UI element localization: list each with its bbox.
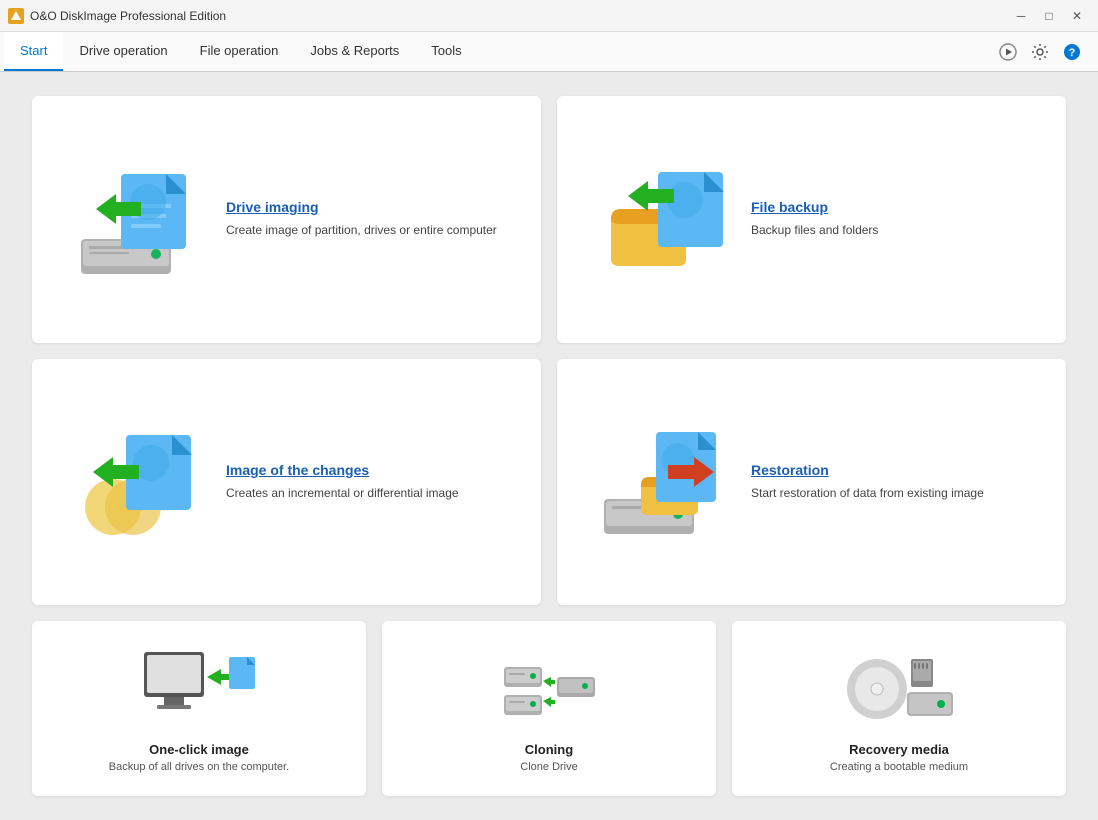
maximize-button[interactable]: □: [1036, 6, 1062, 26]
card-drive-imaging[interactable]: Drive imaging Create image of partition,…: [32, 96, 541, 343]
cloning-desc: Clone Drive: [520, 761, 577, 773]
cloning-icon: [489, 644, 609, 734]
file-backup-icon: [581, 154, 751, 284]
image-changes-text: Image of the changes Creates an incremen…: [226, 462, 517, 502]
card-one-click[interactable]: One-click image Backup of all drives on …: [32, 621, 366, 796]
restoration-title: Restoration: [751, 462, 1042, 478]
minimize-button[interactable]: ─: [1008, 6, 1034, 26]
window-controls: ─ □ ✕: [1008, 6, 1090, 26]
recovery-media-title: Recovery media: [849, 742, 949, 757]
toolbar: ?: [994, 32, 1094, 71]
app-title: O&O DiskImage Professional Edition: [30, 9, 1008, 23]
one-click-icon: [139, 644, 259, 734]
card-cloning[interactable]: Cloning Clone Drive: [382, 621, 716, 796]
app-icon: [8, 8, 24, 24]
file-backup-text: File backup Backup files and folders: [751, 199, 1042, 239]
tab-file-operation[interactable]: File operation: [184, 32, 295, 71]
one-click-desc: Backup of all drives on the computer.: [109, 761, 289, 773]
row-1: Drive imaging Create image of partition,…: [32, 96, 1066, 343]
svg-text:?: ?: [1069, 47, 1076, 59]
recovery-media-icon: [839, 644, 959, 734]
row-2: Image of the changes Creates an incremen…: [32, 359, 1066, 606]
restoration-desc: Start restoration of data from existing …: [751, 484, 1042, 502]
image-changes-title: Image of the changes: [226, 462, 517, 478]
tab-tools[interactable]: Tools: [415, 32, 477, 71]
file-backup-desc: Backup files and folders: [751, 221, 1042, 239]
card-restoration[interactable]: Restoration Start restoration of data fr…: [557, 359, 1066, 606]
close-button[interactable]: ✕: [1064, 6, 1090, 26]
drive-imaging-desc: Create image of partition, drives or ent…: [226, 221, 517, 239]
title-bar: O&O DiskImage Professional Edition ─ □ ✕: [0, 0, 1098, 32]
content-area: Drive imaging Create image of partition,…: [0, 72, 1098, 820]
image-changes-desc: Creates an incremental or differential i…: [226, 484, 517, 502]
one-click-title: One-click image: [149, 742, 249, 757]
restoration-icon: [581, 417, 751, 547]
cloning-title: Cloning: [525, 742, 573, 757]
help-button[interactable]: ?: [1058, 38, 1086, 66]
tab-drive-operation[interactable]: Drive operation: [63, 32, 183, 71]
restoration-text: Restoration Start restoration of data fr…: [751, 462, 1042, 502]
row-3: One-click image Backup of all drives on …: [32, 621, 1066, 796]
card-recovery-media[interactable]: Recovery media Creating a bootable mediu…: [732, 621, 1066, 796]
drive-imaging-title: Drive imaging: [226, 199, 517, 215]
file-backup-title: File backup: [751, 199, 1042, 215]
tab-jobs-reports[interactable]: Jobs & Reports: [294, 32, 415, 71]
menu-bar: Start Drive operation File operation Job…: [0, 32, 1098, 72]
card-image-changes[interactable]: Image of the changes Creates an incremen…: [32, 359, 541, 606]
drive-imaging-icon: [56, 154, 226, 284]
settings-button[interactable]: [1026, 38, 1054, 66]
image-changes-icon: [56, 417, 226, 547]
card-file-backup[interactable]: File backup Backup files and folders: [557, 96, 1066, 343]
run-button[interactable]: [994, 38, 1022, 66]
drive-imaging-text: Drive imaging Create image of partition,…: [226, 199, 517, 239]
tabs: Start Drive operation File operation Job…: [4, 32, 478, 71]
tab-start[interactable]: Start: [4, 32, 63, 71]
recovery-media-desc: Creating a bootable medium: [830, 761, 968, 773]
